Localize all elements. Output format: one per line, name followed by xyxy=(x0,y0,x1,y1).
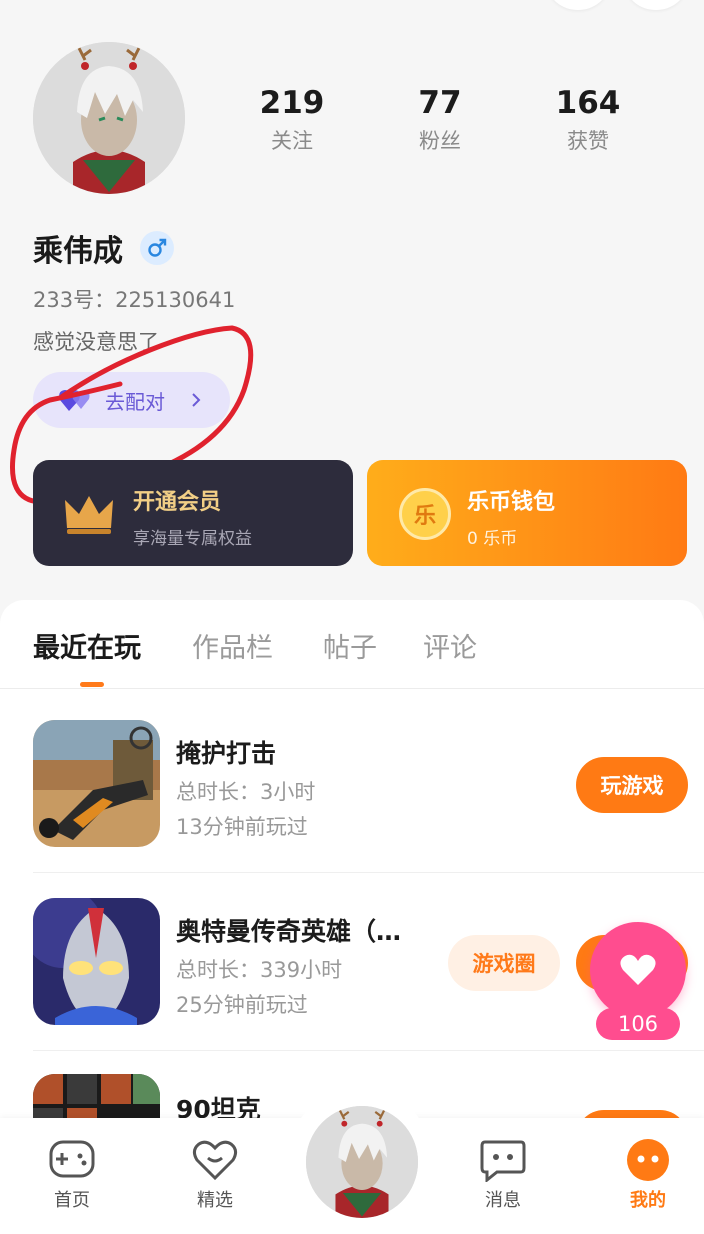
row-divider xyxy=(33,872,704,873)
vip-card[interactable]: 开通会员 享海量专属权益 xyxy=(33,460,353,566)
game-name: 奥特曼传奇英雄（… xyxy=(176,917,402,946)
stat-label: 获赞 xyxy=(567,129,609,153)
wallet-card[interactable]: 乐 乐币钱包 0 乐币 xyxy=(367,460,687,566)
game-icon-cover-strike[interactable] xyxy=(33,720,160,847)
message-icon xyxy=(458,1138,548,1184)
like-count: 106 xyxy=(596,1008,680,1040)
profile-icon xyxy=(603,1138,693,1182)
row-divider xyxy=(33,1050,704,1051)
nav-messages[interactable]: 消息 xyxy=(458,1138,548,1212)
stat-value: 77 xyxy=(418,85,462,121)
tab-recently-played[interactable]: 最近在玩 xyxy=(33,626,141,665)
game-duration: 总时长：3小时 xyxy=(176,780,316,804)
top-action-button[interactable] xyxy=(548,0,608,10)
coin-icon: 乐 xyxy=(399,488,451,540)
nav-label: 首页 xyxy=(54,1190,90,1211)
wallet-balance: 0 乐币 xyxy=(467,529,518,549)
nav-label: 消息 xyxy=(485,1190,521,1211)
wallet-title: 乐币钱包 xyxy=(467,490,556,515)
stat-value: 164 xyxy=(555,85,621,121)
game-name: 掩护打击 xyxy=(176,739,277,768)
gamepad-icon xyxy=(27,1138,117,1182)
tab-comments[interactable]: 评论 xyxy=(423,626,477,665)
nav-label: 精选 xyxy=(197,1190,233,1211)
tab-works[interactable]: 作品栏 xyxy=(192,626,273,665)
crown-icon xyxy=(63,492,115,540)
game-circle-button[interactable]: 游戏圈 xyxy=(448,935,560,991)
tab-posts[interactable]: 帖子 xyxy=(323,626,377,665)
avatar[interactable] xyxy=(33,42,185,194)
game-duration: 总时长：339小时 xyxy=(176,958,343,982)
game-last-played: 25分钟前玩过 xyxy=(176,993,308,1017)
nav-home[interactable]: 首页 xyxy=(27,1138,117,1212)
coin-glyph: 乐 xyxy=(413,504,436,529)
vip-title: 开通会员 xyxy=(133,490,222,515)
nav-label: 我的 xyxy=(630,1190,666,1211)
vip-subtitle: 享海量专属权益 xyxy=(133,529,252,549)
stat-label: 关注 xyxy=(271,129,313,153)
male-gender-icon xyxy=(140,231,174,265)
stat-likes[interactable]: 164 获赞 xyxy=(528,82,648,158)
stat-value: 219 xyxy=(259,85,325,121)
stat-label: 粉丝 xyxy=(419,129,461,153)
nav-featured[interactable]: 精选 xyxy=(170,1138,260,1212)
stat-following[interactable]: 219 关注 xyxy=(232,82,352,158)
game-last-played: 13分钟前玩过 xyxy=(176,815,308,839)
heart-icon xyxy=(619,953,657,987)
like-button[interactable] xyxy=(590,922,686,1018)
game-icon-ultraman[interactable] xyxy=(33,898,160,1025)
tab-indicator xyxy=(80,682,104,687)
divider xyxy=(0,688,704,689)
username: 乘伟成 xyxy=(33,234,123,269)
stat-followers[interactable]: 77 粉丝 xyxy=(380,82,500,158)
heart-chat-icon xyxy=(170,1138,260,1182)
nav-profile[interactable]: 我的 xyxy=(603,1138,693,1212)
top-action-button[interactable] xyxy=(626,0,686,10)
center-avatar-button[interactable] xyxy=(303,1103,421,1221)
play-game-button[interactable]: 玩游戏 xyxy=(576,757,688,813)
